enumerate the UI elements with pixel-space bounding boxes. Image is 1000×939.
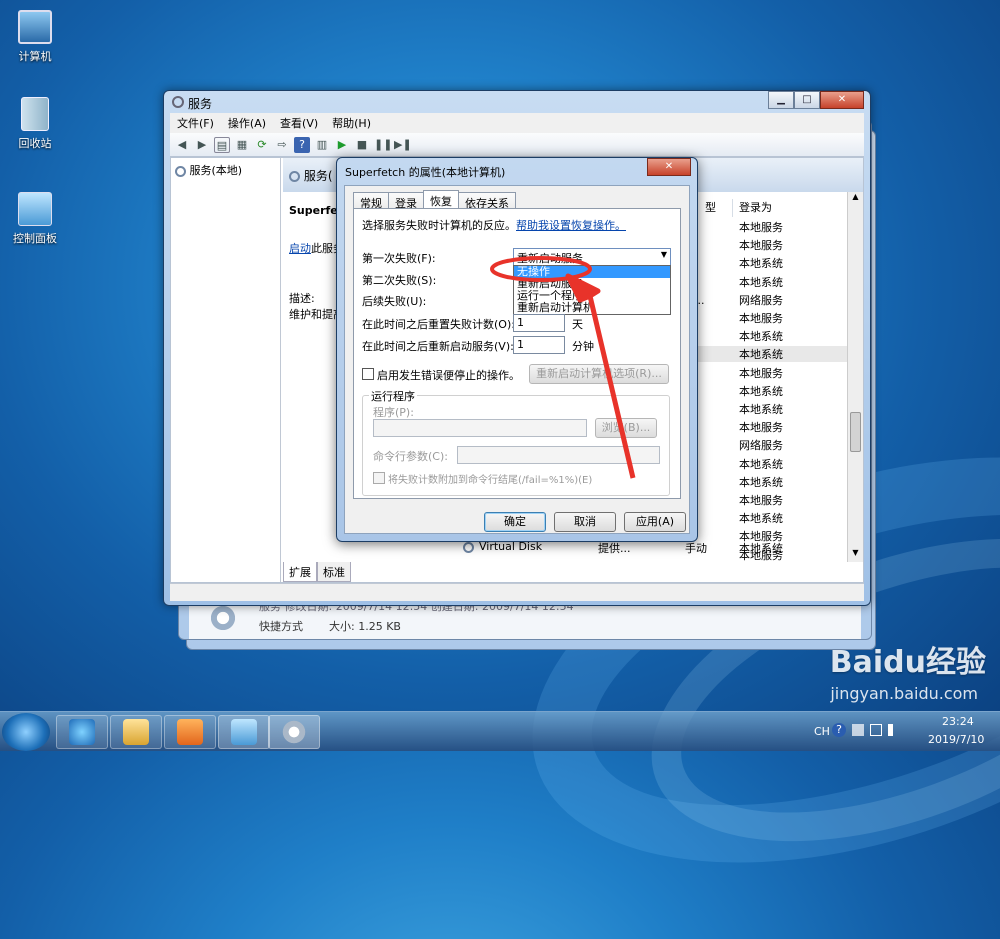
taskbar-explorer[interactable] bbox=[110, 715, 162, 749]
ie-icon bbox=[69, 719, 95, 745]
volume-icon[interactable] bbox=[888, 724, 900, 736]
gear-icon bbox=[281, 719, 307, 745]
taskbar-control-panel[interactable] bbox=[218, 715, 270, 749]
taskbar-ie[interactable] bbox=[56, 715, 108, 749]
help-icon[interactable]: ? bbox=[832, 723, 846, 737]
folder-icon bbox=[123, 719, 149, 745]
flag-icon[interactable] bbox=[852, 724, 864, 736]
taskbar: CH ? 23:24 2019/7/10 bbox=[0, 711, 1000, 751]
annotation-arrow bbox=[565, 273, 636, 479]
taskbar-services[interactable] bbox=[268, 715, 320, 749]
watermark-brand: Baidu经验 bbox=[829, 645, 986, 680]
annotation-ellipse bbox=[490, 256, 592, 282]
watermark-url: jingyan.baidu.com bbox=[830, 684, 978, 703]
taskbar-media-player[interactable] bbox=[164, 715, 216, 749]
control-panel-icon bbox=[231, 719, 257, 745]
start-button[interactable] bbox=[2, 713, 50, 751]
media-player-icon bbox=[177, 719, 203, 745]
clock-time[interactable]: 23:24 bbox=[942, 715, 974, 728]
clock-date[interactable]: 2019/7/10 bbox=[928, 733, 984, 746]
language-indicator[interactable]: CH bbox=[814, 725, 830, 738]
system-tray: CH ? 23:24 2019/7/10 bbox=[800, 712, 1000, 752]
network-icon[interactable] bbox=[870, 724, 882, 736]
